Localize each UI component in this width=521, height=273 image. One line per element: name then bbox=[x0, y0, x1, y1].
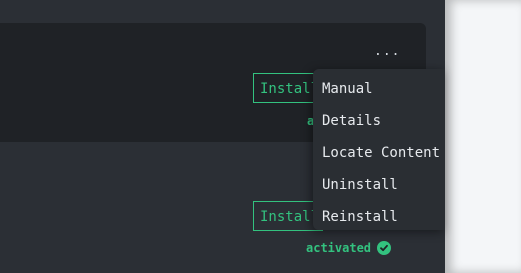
context-menu: Manual Details Locate Content Uninstall … bbox=[313, 69, 445, 230]
status-label: activated bbox=[306, 241, 372, 255]
menu-item-details[interactable]: Details bbox=[313, 105, 445, 137]
outside-window-area bbox=[445, 0, 521, 273]
check-circle-icon bbox=[377, 241, 392, 255]
status-row-2: activated bbox=[306, 241, 392, 255]
menu-item-manual[interactable]: Manual bbox=[313, 73, 445, 105]
menu-item-uninstall[interactable]: Uninstall bbox=[313, 169, 445, 201]
menu-item-locate-content[interactable]: Locate Content bbox=[313, 137, 445, 169]
more-options-button[interactable]: ... bbox=[374, 44, 400, 59]
menu-item-reinstall[interactable]: Reinstall bbox=[313, 201, 445, 230]
